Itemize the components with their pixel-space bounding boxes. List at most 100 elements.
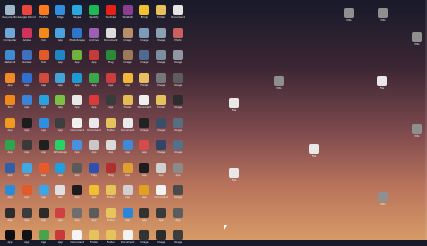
desktop-icon[interactable]: Network <box>1 50 19 66</box>
desktop-icon[interactable]: App <box>119 72 137 89</box>
desktop-icon[interactable]: Flag <box>102 50 120 66</box>
desktop-icon[interactable]: Image <box>135 50 153 66</box>
desktop-icon[interactable]: IMG <box>408 124 426 140</box>
desktop-icon[interactable]: Firefox <box>35 5 53 21</box>
desktop-icon[interactable]: App <box>102 72 120 89</box>
desktop-icon[interactable]: App <box>135 185 153 201</box>
desktop-icon[interactable]: App <box>1 207 19 224</box>
desktop-icon[interactable]: Image <box>169 117 187 134</box>
desktop-icon[interactable]: Image <box>119 50 137 66</box>
desktop-icon[interactable]: IMG <box>340 8 358 24</box>
desktop-icon[interactable]: App <box>35 162 53 179</box>
desktop-icon[interactable]: App <box>35 117 53 134</box>
desktop-icon[interactable]: App <box>35 95 53 111</box>
desktop-icon[interactable]: App <box>135 162 153 179</box>
desktop-icon[interactable]: App <box>85 207 103 224</box>
desktop-icon[interactable]: Document <box>152 185 170 201</box>
desktop-icon[interactable]: App <box>51 27 69 44</box>
desktop-icon[interactable]: Document <box>68 117 86 134</box>
desktop-icon[interactable]: App <box>35 207 53 224</box>
desktop-icon[interactable]: App <box>51 230 69 246</box>
desktop-icon[interactable]: App <box>85 50 103 66</box>
desktop-icon[interactable]: App <box>18 117 36 134</box>
desktop-icon[interactable]: Recycle Bin <box>1 5 19 21</box>
desktop-icon[interactable]: Image <box>135 230 153 246</box>
desktop-icon[interactable]: App <box>152 162 170 179</box>
desktop-icon[interactable]: App <box>51 95 69 111</box>
desktop-icon[interactable]: App <box>18 72 36 89</box>
desktop-icon[interactable]: Image <box>169 140 187 156</box>
desktop-icon[interactable]: WinRAR <box>119 5 137 21</box>
desktop-icon[interactable]: App <box>85 185 103 201</box>
desktop-icon[interactable]: Document <box>119 230 137 246</box>
desktop-icon[interactable]: App <box>68 72 86 89</box>
desktop-icon[interactable]: YouTube <box>102 5 120 21</box>
desktop-icon[interactable]: Folder <box>152 5 170 21</box>
desktop-icon[interactable]: Image <box>152 27 170 44</box>
desktop-icon[interactable]: Document <box>169 5 187 21</box>
desktop-icon[interactable]: PhotoScape <box>68 27 86 44</box>
desktop-icon[interactable]: Tool <box>1 95 19 111</box>
desktop-icon[interactable]: App <box>1 162 19 179</box>
desktop-icon[interactable]: Document <box>119 117 137 134</box>
desktop-icon[interactable]: App <box>51 117 69 134</box>
desktop-icon[interactable]: App <box>18 140 36 156</box>
desktop-icon[interactable]: Computer <box>1 27 19 44</box>
desktop-icon[interactable]: File <box>305 144 323 160</box>
desktop-icon[interactable]: Games <box>18 50 36 66</box>
desktop-icon[interactable]: App <box>18 95 36 111</box>
desktop-icon[interactable]: App <box>68 140 86 156</box>
desktop-icon[interactable]: IMG <box>270 76 288 92</box>
desktop-icon[interactable]: App <box>169 162 187 179</box>
desktop-icon[interactable]: File <box>225 168 243 184</box>
desktop-icon[interactable]: Google Chrome <box>18 5 36 21</box>
desktop-icon[interactable]: Folder <box>102 117 120 134</box>
desktop-icon[interactable]: App <box>119 140 137 156</box>
desktop-icon[interactable]: Folder <box>102 230 120 246</box>
desktop-icon[interactable]: App <box>68 95 86 111</box>
desktop-icon[interactable]: Emoji <box>135 5 153 21</box>
desktop-icon[interactable]: App <box>119 207 137 224</box>
desktop-icon[interactable]: App <box>119 162 137 179</box>
desktop-icon[interactable]: Flag <box>102 162 120 179</box>
desktop-icon[interactable]: Document <box>85 117 103 134</box>
desktop-icon[interactable]: App <box>1 140 19 156</box>
desktop-icon[interactable]: App <box>51 162 69 179</box>
desktop-icon[interactable]: Flag <box>85 162 103 179</box>
desktop-icon[interactable]: App <box>152 207 170 224</box>
desktop-icon[interactable]: IMG <box>374 192 392 208</box>
desktop-icon[interactable]: Image <box>152 117 170 134</box>
desktop-icon[interactable]: Image <box>119 27 137 44</box>
desktop-icon[interactable]: App <box>1 72 19 89</box>
desktop-icon[interactable]: WhatsApp <box>51 140 69 156</box>
desktop-icon[interactable]: Document <box>68 230 86 246</box>
desktop-icon[interactable]: Spotify <box>85 5 103 21</box>
desktop-icon[interactable]: App <box>35 140 53 156</box>
desktop-icon[interactable]: Folder <box>135 72 153 89</box>
desktop-icon[interactable]: App <box>35 185 53 201</box>
desktop-icon[interactable]: App <box>51 50 69 66</box>
desktop-icon[interactable]: App <box>85 140 103 156</box>
desktop-icon[interactable]: Image <box>135 27 153 44</box>
desktop-icon[interactable]: App <box>85 95 103 111</box>
desktop-icon[interactable]: File <box>225 98 243 114</box>
desktop-icon[interactable]: Image <box>152 50 170 66</box>
desktop-icon[interactable]: App <box>68 50 86 66</box>
desktop-icon[interactable]: App <box>68 162 86 179</box>
desktop-icon[interactable]: Folder <box>152 95 170 111</box>
desktop-icon[interactable]: Skype <box>68 5 86 21</box>
desktop-icon[interactable]: App <box>68 185 86 201</box>
desktop-icon[interactable]: App <box>51 207 69 224</box>
desktop-icon[interactable]: Archive <box>85 27 103 44</box>
desktop-icon[interactable]: Image <box>135 117 153 134</box>
desktop-icon[interactable]: Edge <box>51 5 69 21</box>
desktop-icon[interactable]: App <box>51 185 69 201</box>
desktop-icon[interactable]: App <box>169 207 187 224</box>
desktop-icon[interactable]: Document <box>102 27 120 44</box>
desktop-icon[interactable]: Image <box>169 95 187 111</box>
desktop-icon[interactable]: App <box>102 95 120 111</box>
desktop-icon[interactable]: Image <box>169 185 187 201</box>
desktop-icon[interactable]: Image <box>152 140 170 156</box>
desktop-icon[interactable]: Adobe <box>18 27 36 44</box>
desktop-icon[interactable]: App <box>18 230 36 246</box>
